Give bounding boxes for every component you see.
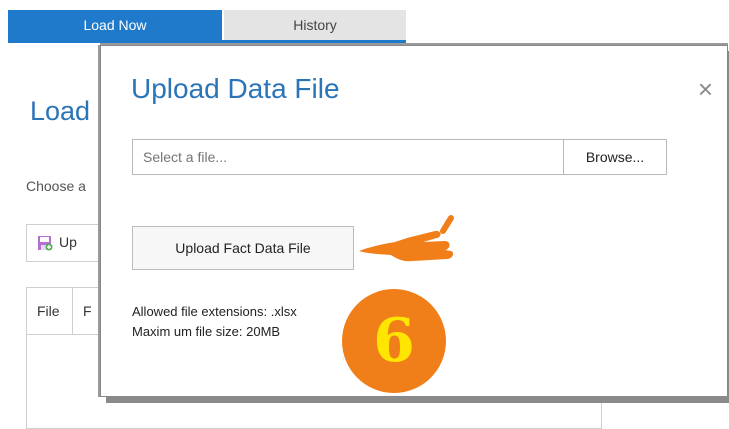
browse-button[interactable]: Browse...	[563, 139, 667, 175]
step-number-badge: 6	[342, 289, 446, 393]
max-file-size-text: Maxim um file size: 20MB	[132, 324, 281, 339]
close-icon[interactable]: ×	[698, 76, 713, 102]
upload-fact-data-file-button[interactable]: Upload Fact Data File	[132, 226, 354, 270]
dialog-title: Upload Data File	[131, 73, 340, 104]
upload-info: Allowed file extensions: .xlsx Maxim um …	[132, 302, 297, 342]
tab-underline	[8, 40, 406, 43]
table-header-file[interactable]: File	[27, 288, 73, 334]
upload-file-icon	[38, 236, 53, 251]
pointing-hand-icon	[359, 215, 454, 262]
upload-button-label: Up	[59, 234, 77, 250]
file-path-input[interactable]	[132, 139, 564, 175]
page-title: Load	[30, 96, 91, 126]
allowed-extensions-text: Allowed file extensions: .xlsx	[132, 304, 297, 319]
tab-load-now[interactable]: Load Now	[8, 10, 222, 40]
instruction-text: Choose a	[26, 178, 86, 194]
tab-history[interactable]: History	[224, 10, 406, 40]
